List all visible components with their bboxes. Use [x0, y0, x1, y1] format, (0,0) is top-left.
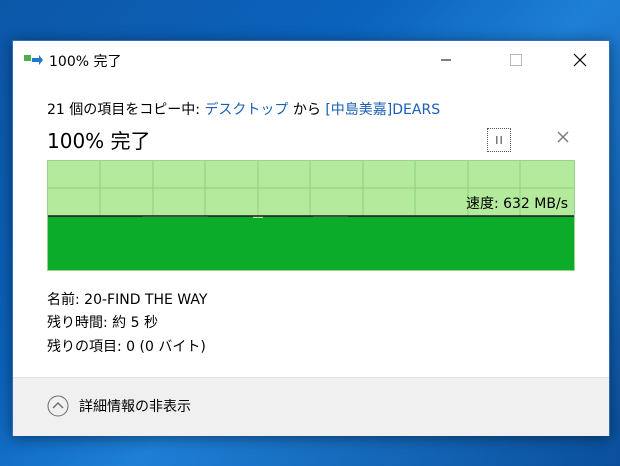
- copy-progress-icon: [24, 55, 43, 65]
- minimize-icon: [441, 59, 451, 61]
- items-label: 残りの項目:: [47, 339, 127, 355]
- source-link[interactable]: デスクトップ: [204, 102, 288, 118]
- pause-button[interactable]: [487, 128, 511, 152]
- transfer-speed-graph: 速度: 632 MB/s: [47, 160, 575, 271]
- time-label: 残り時間:: [47, 315, 113, 331]
- copy-middle: から: [288, 102, 326, 118]
- hide-details-toggle[interactable]: 詳細情報の非表示: [47, 395, 191, 417]
- close-icon: [573, 53, 587, 67]
- speed-label: 速度: 632 MB/s: [465, 196, 568, 212]
- chevron-up-icon: [47, 395, 69, 417]
- progress-status: 100% 完了: [47, 129, 151, 153]
- time-remaining-row: 残り時間: 約 5 秒: [47, 312, 158, 332]
- time-value: 約 5 秒: [112, 315, 158, 331]
- window-title: 100% 完了: [49, 54, 122, 70]
- name-label: 名前:: [47, 292, 85, 308]
- minimize-button[interactable]: [423, 41, 469, 79]
- file-copy-dialog: 100% 完了 21 個の項目をコピー中: デスクトップ から [中島美嘉]DE…: [12, 40, 610, 436]
- details-toggle-label: 詳細情報の非表示: [79, 399, 191, 415]
- maximize-button[interactable]: [493, 41, 539, 79]
- name-value: 20-FIND THE WAY: [84, 292, 208, 308]
- cancel-icon: [557, 131, 569, 143]
- cancel-button[interactable]: [553, 127, 573, 147]
- current-file-row: 名前: 20-FIND THE WAY: [47, 289, 207, 309]
- items-value: 0 (0 バイト): [126, 339, 206, 355]
- maximize-icon: [510, 54, 522, 66]
- speed-graph-canvas: [48, 161, 574, 270]
- dialog-footer: 詳細情報の非表示: [13, 377, 609, 436]
- copy-prefix: 21 個の項目をコピー中:: [47, 102, 205, 118]
- destination-link[interactable]: [中島美嘉]DEARS: [325, 102, 440, 118]
- close-button[interactable]: [557, 41, 603, 79]
- speed-history-area: [48, 216, 574, 270]
- copy-summary: 21 個の項目をコピー中: デスクトップ から [中島美嘉]DEARS: [47, 99, 440, 119]
- pause-icon: [496, 136, 502, 144]
- title-bar: 100% 完了: [13, 41, 609, 79]
- items-remaining-row: 残りの項目: 0 (0 バイト): [47, 336, 206, 356]
